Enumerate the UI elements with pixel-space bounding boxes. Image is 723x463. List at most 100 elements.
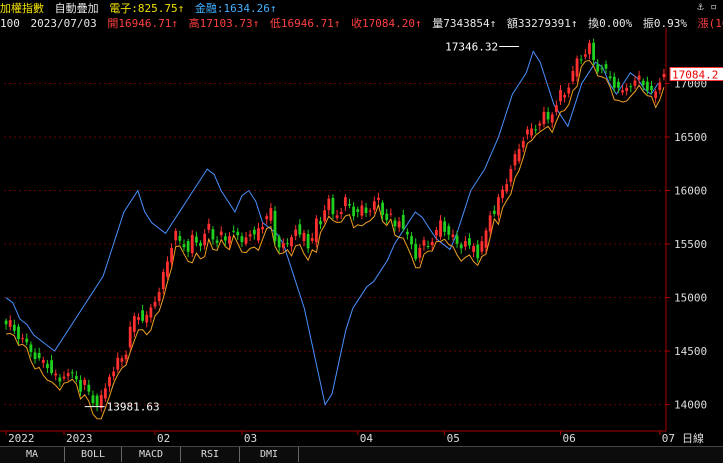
candle-body <box>79 379 82 392</box>
x-tick-label: 07 <box>662 432 675 445</box>
tab-ma[interactable]: MA <box>0 447 65 462</box>
open-value: 開16946.71↑ <box>107 17 178 29</box>
candle-body <box>633 80 637 86</box>
candle-body <box>248 234 252 237</box>
candle-body <box>37 353 41 359</box>
candle-body <box>385 213 389 220</box>
candle-body <box>534 129 538 131</box>
candle-body <box>58 377 62 382</box>
candle-body <box>314 218 318 243</box>
candle-body <box>323 210 327 222</box>
x-tick-label: 04 <box>360 432 374 445</box>
candle-body <box>83 379 87 385</box>
candle-body <box>484 230 488 248</box>
chart-grid <box>4 83 666 406</box>
candle-body <box>132 316 136 332</box>
candle-body <box>211 229 215 240</box>
candle-body <box>112 371 116 377</box>
candle-body <box>393 220 397 227</box>
candle-body <box>166 261 169 277</box>
candle-body <box>33 352 37 360</box>
candle-body <box>625 87 629 92</box>
candle-body <box>468 238 471 246</box>
candle-body <box>497 197 500 216</box>
candle-body <box>343 197 347 207</box>
candle-body <box>8 320 12 327</box>
indicator-tabs: MA BOLL MACD RSI DMI <box>0 446 723 463</box>
candle-body <box>273 210 277 241</box>
candle-body <box>290 237 293 247</box>
overlay-finance-label[interactable]: 金融:1634.26↑ <box>195 2 277 14</box>
candle-body <box>629 86 633 88</box>
candle-body <box>517 149 521 162</box>
candle-body <box>41 360 45 363</box>
y-tick-label: 14000 <box>674 399 707 412</box>
candle-body <box>397 221 401 228</box>
candle-body <box>521 140 525 148</box>
x-tick-label: 02 <box>157 432 170 445</box>
candle-body <box>571 71 575 82</box>
candle-body <box>50 360 53 374</box>
tab-dmi[interactable]: DMI <box>240 447 299 462</box>
candle-body <box>153 301 157 307</box>
candle-body <box>637 75 641 80</box>
candle-body <box>563 94 567 98</box>
candle-body <box>430 241 434 246</box>
candle-body <box>120 358 124 362</box>
candle-body <box>567 87 571 94</box>
overlay-mode[interactable]: 自動疊加 <box>55 2 99 14</box>
candle-body <box>588 43 591 55</box>
candle-body <box>62 376 66 379</box>
tab-boll[interactable]: BOLL <box>65 447 122 462</box>
price-chart[interactable]: 1400014500150001550016000165001700017084… <box>0 0 723 446</box>
candle-body <box>612 76 616 88</box>
candle-body <box>232 230 236 232</box>
tab-rsi[interactable]: RSI <box>181 447 240 462</box>
candle-body <box>87 384 91 392</box>
x-tick-label: 2023 <box>66 432 93 445</box>
candle-body <box>662 73 666 78</box>
x-tick-label: 06 <box>562 432 575 445</box>
candle-body <box>592 42 595 61</box>
candle-body <box>298 224 302 235</box>
chart-annotations: 17346.32 13981.63 <box>84 40 520 414</box>
candle-body <box>426 246 430 248</box>
candle-body <box>161 271 165 290</box>
y-axis-unit-label: 日線 <box>682 431 704 445</box>
min-value-label: 13981.63 <box>107 401 160 414</box>
candle-body <box>381 202 384 215</box>
candle-body <box>294 229 298 237</box>
candle-body <box>488 215 492 232</box>
candle-body <box>352 206 356 217</box>
tab-macd[interactable]: MACD <box>122 447 181 462</box>
candle-body <box>641 80 645 86</box>
candle-body <box>54 373 58 376</box>
candle-body <box>377 197 380 200</box>
candle-body <box>170 247 173 263</box>
candle-body <box>331 197 335 215</box>
candle-body <box>596 64 600 72</box>
index-title[interactable]: 加權指數 <box>0 2 44 14</box>
electronics-overlay-path <box>6 59 665 420</box>
candle-body <box>240 236 244 243</box>
candle-body <box>178 235 182 241</box>
candle-body <box>439 220 442 237</box>
candle-body <box>261 226 264 230</box>
corner-icons[interactable]: ⚓ ▫ <box>697 0 717 13</box>
y-tick-label: 14500 <box>674 345 707 358</box>
candle-body <box>513 154 517 166</box>
candle-body <box>455 235 459 244</box>
candle-body <box>472 245 476 252</box>
candle-body <box>422 240 426 246</box>
candle-body <box>579 59 583 61</box>
candle-body <box>550 114 554 123</box>
candlestick-series <box>4 38 666 412</box>
header-line-1: 加權指數 自動疊加 電子:825.75↑ 金融:1634.26↑ <box>0 0 723 14</box>
candle-body <box>418 247 422 258</box>
x-tick-label: 05 <box>447 432 460 445</box>
date-value: 2023/07/03 <box>30 17 97 29</box>
candle-body <box>492 210 496 214</box>
candle-body <box>434 230 438 236</box>
overlay-electronics-label[interactable]: 電子:825.75↑ <box>109 2 184 14</box>
candle-body <box>604 64 608 69</box>
